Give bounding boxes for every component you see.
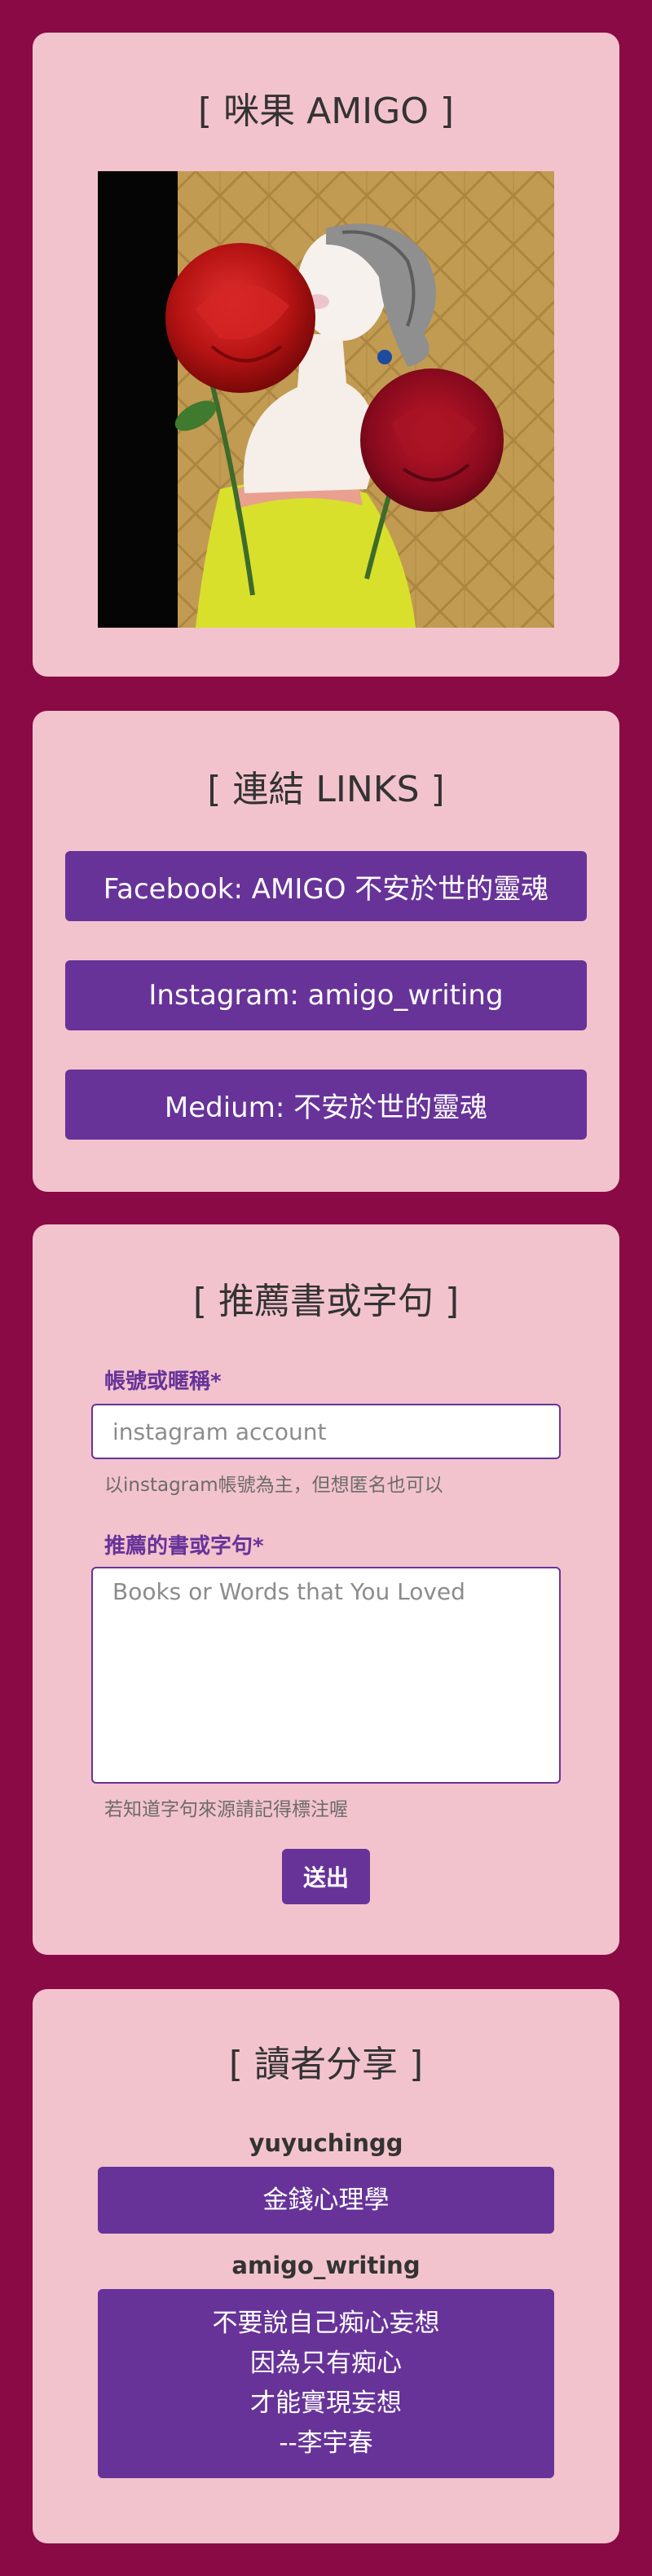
recommend-form-card: [ 推薦書或字句 ] 帳號或暱稱* 以instagram帳號為主，但想匿名也可以… (33, 1224, 619, 1955)
portrait-image (98, 171, 554, 628)
share-quote-line: 因為只有痴心 (250, 2349, 402, 2378)
account-label: 帳號或暱稱* (104, 1370, 222, 1394)
facebook-link-button[interactable]: Facebook: AMIGO 不安於世的靈魂 (65, 851, 587, 921)
share-quote: 不要說自己痴心妄想 因為只有痴心 才能實現妄想 --李宇春 (98, 2289, 554, 2478)
words-label: 推薦的書或字句* (104, 1534, 264, 1559)
links-title: [ 連結 LINKS ] (207, 769, 445, 810)
reader-share-card: [ 讀者分享 ] yuyuchingg 金錢心理學 amigo_writing … (33, 1989, 619, 2543)
profile-title: [ 咪果 AMIGO ] (197, 90, 455, 132)
share-quote-line: --李宇春 (279, 2428, 373, 2458)
share-user: yuyuchingg (249, 2129, 403, 2157)
account-hint: 以instagram帳號為主，但想匿名也可以 (104, 1475, 443, 1496)
share-title: [ 讀者分享 ] (228, 2044, 424, 2085)
share-quote-line: 才能實現妄想 (250, 2389, 402, 2418)
submit-button[interactable]: 送出 (282, 1849, 370, 1904)
links-card: [ 連結 LINKS ] Facebook: AMIGO 不安於世的靈魂 Ins… (33, 711, 619, 1192)
words-textarea[interactable] (91, 1567, 561, 1784)
account-input[interactable] (91, 1404, 561, 1459)
profile-card: [ 咪果 AMIGO ] (33, 33, 619, 677)
share-user: amigo_writing (231, 2252, 421, 2279)
words-hint: 若知道字句來源請記得標注喔 (104, 1799, 348, 1820)
medium-link-button[interactable]: Medium: 不安於世的靈魂 (65, 1070, 587, 1140)
form-title: [ 推薦書或字句 ] (192, 1281, 460, 1322)
instagram-link-button[interactable]: Instagram: amigo_writing (65, 960, 587, 1030)
share-quote-line: 金錢心理學 (262, 2185, 390, 2215)
share-quote: 金錢心理學 (98, 2167, 554, 2234)
share-quote-line: 不要說自己痴心妄想 (212, 2309, 440, 2338)
